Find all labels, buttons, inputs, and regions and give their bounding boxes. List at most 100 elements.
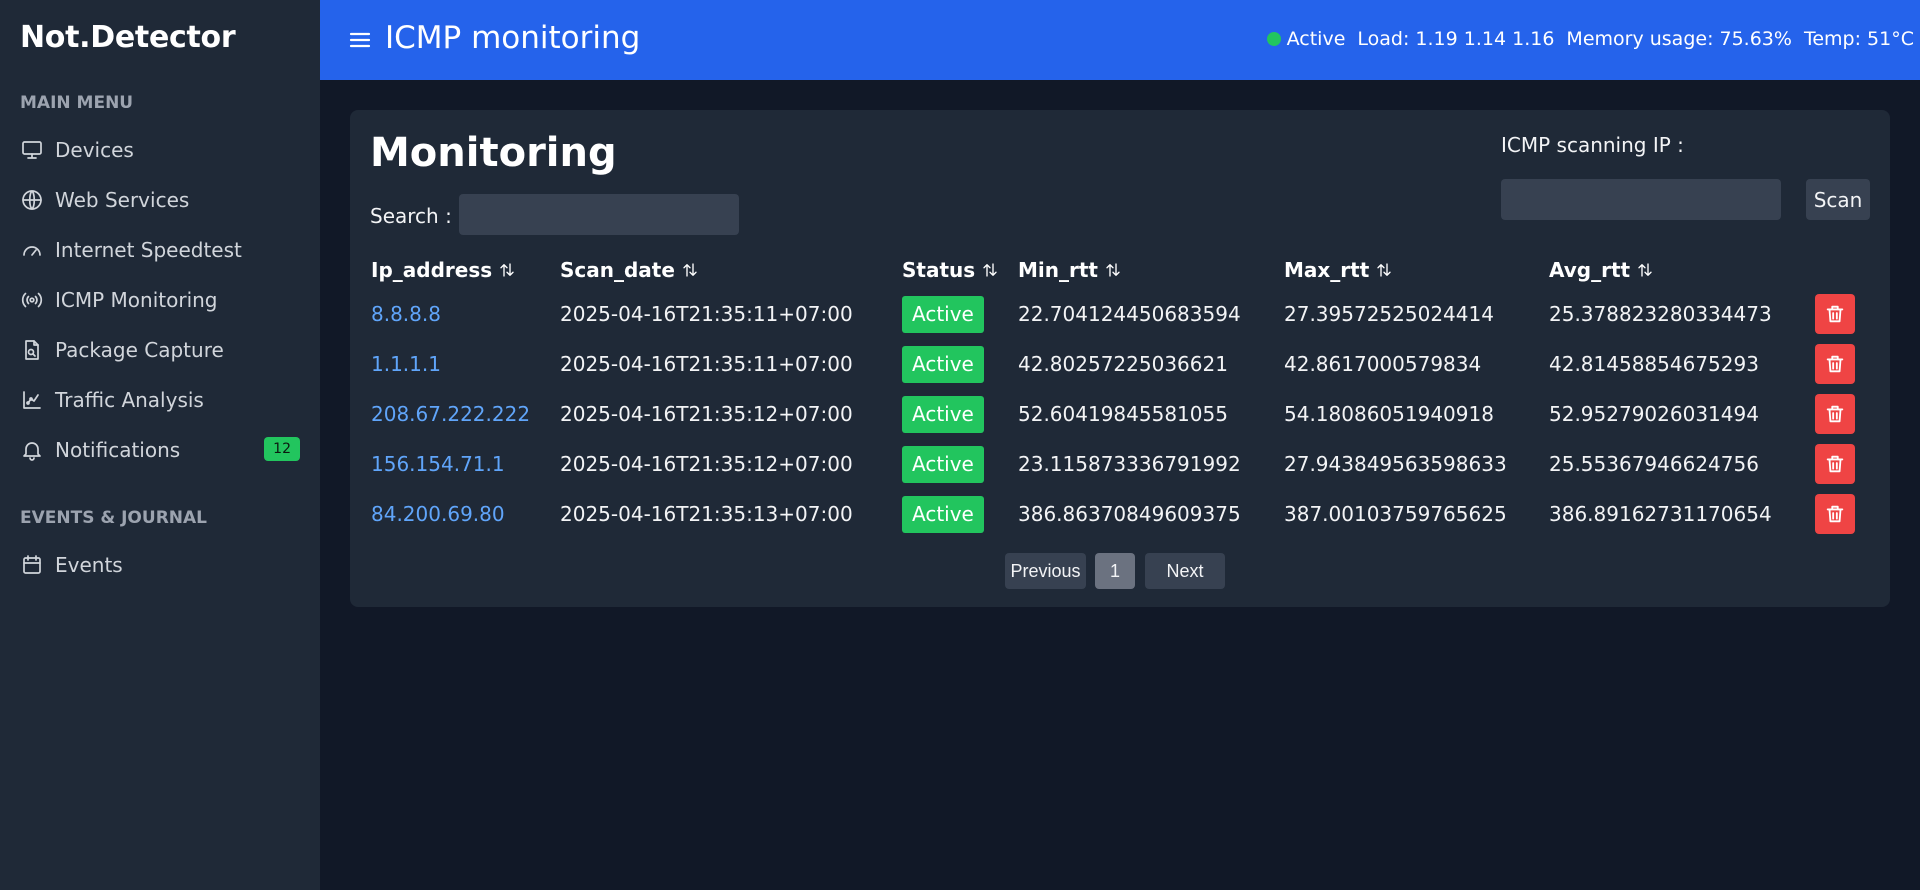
column-header-max-rtt[interactable]: Max_rtt xyxy=(1284,258,1393,282)
sidebar-item-label: Devices xyxy=(55,138,134,162)
avg-rtt-cell: 52.95279026031494 xyxy=(1549,402,1759,426)
max-rtt-cell: 42.8617000579834 xyxy=(1284,352,1482,376)
ip-address-link[interactable]: 8.8.8.8 xyxy=(371,289,441,339)
sidebar-item-icmp-monitoring[interactable]: ICMP Monitoring xyxy=(20,282,300,318)
sort-icon xyxy=(498,261,516,279)
gauge-icon xyxy=(20,238,44,262)
sort-icon xyxy=(681,261,699,279)
system-status: Active Load: 1.19 1.14 1.16 Memory usage… xyxy=(1266,28,1914,50)
column-header-label: Scan_date xyxy=(560,258,675,282)
ip-address-link[interactable]: 208.67.222.222 xyxy=(371,389,530,439)
column-header-min-rtt[interactable]: Min_rtt xyxy=(1018,258,1122,282)
delete-button[interactable] xyxy=(1815,294,1855,334)
max-rtt-cell: 54.18086051940918 xyxy=(1284,402,1494,426)
max-rtt-cell: 27.39572525024414 xyxy=(1284,302,1494,326)
table-row: 1.1.1.1 2025-04-16T21:35:11+07:00 Active… xyxy=(350,339,1890,389)
pagination-previous-button[interactable]: Previous xyxy=(1005,553,1086,589)
column-header-label: Min_rtt xyxy=(1018,258,1098,282)
min-rtt-cell: 386.86370849609375 xyxy=(1018,502,1241,526)
sidebar-item-label: Traffic Analysis xyxy=(55,388,204,412)
actions-cell xyxy=(1815,339,1855,389)
search-label: Search : xyxy=(370,204,452,228)
status-badge: Active xyxy=(902,445,984,483)
table-row: 208.67.222.222 2025-04-16T21:35:12+07:00… xyxy=(350,389,1890,439)
status-cell: Active xyxy=(902,439,984,489)
hamburger-menu-icon[interactable] xyxy=(348,28,372,52)
monitoring-card: Monitoring Search : ICMP scanning IP : S… xyxy=(350,110,1890,607)
pagination-next-button[interactable]: Next xyxy=(1145,553,1225,589)
file-search-icon xyxy=(20,338,44,362)
scan-date-cell: 2025-04-16T21:35:11+07:00 xyxy=(560,302,853,326)
globe-icon xyxy=(20,188,44,212)
search-input[interactable] xyxy=(459,194,739,235)
status-cell: Active xyxy=(902,339,984,389)
delete-button[interactable] xyxy=(1815,494,1855,534)
column-header-status[interactable]: Status xyxy=(902,258,999,282)
monitor-icon xyxy=(20,138,44,162)
min-rtt-cell: 23.115873336791992 xyxy=(1018,452,1241,476)
actions-cell xyxy=(1815,389,1855,439)
trash-icon xyxy=(1826,405,1844,423)
scan-date-cell: 2025-04-16T21:35:12+07:00 xyxy=(560,452,853,476)
status-cell: Active xyxy=(902,389,984,439)
chart-icon xyxy=(20,388,44,412)
sort-icon xyxy=(1104,261,1122,279)
avg-rtt-cell: 42.81458854675293 xyxy=(1549,352,1759,376)
sidebar-item-internet-speedtest[interactable]: Internet Speedtest xyxy=(20,232,300,268)
status-cell: Active xyxy=(902,289,984,339)
sort-icon xyxy=(1375,261,1393,279)
actions-cell xyxy=(1815,439,1855,489)
min-rtt-cell: 22.704124450683594 xyxy=(1018,302,1241,326)
sidebar-item-notifications[interactable]: Notifications 12 xyxy=(20,432,300,468)
table-row: 84.200.69.80 2025-04-16T21:35:13+07:00 A… xyxy=(350,489,1890,539)
calendar-icon xyxy=(20,553,44,577)
bell-icon xyxy=(20,438,44,462)
sidebar-item-label: ICMP Monitoring xyxy=(55,288,218,312)
avg-rtt-cell: 386.89162731170654 xyxy=(1549,502,1772,526)
top-bar: ICMP monitoring Active Load: 1.19 1.14 1… xyxy=(320,0,1920,80)
column-header-ip-address[interactable]: Ip_address xyxy=(371,258,516,282)
avg-rtt-cell: 25.55367946624756 xyxy=(1549,452,1759,476)
ip-address-link[interactable]: 84.200.69.80 xyxy=(371,489,505,539)
scan-date-cell: 2025-04-16T21:35:12+07:00 xyxy=(560,402,853,426)
sidebar: Not.Detector MAIN MENU Devices Web Servi… xyxy=(0,0,320,890)
sort-icon xyxy=(981,261,999,279)
table-row: 156.154.71.1 2025-04-16T21:35:12+07:00 A… xyxy=(350,439,1890,489)
sidebar-item-events[interactable]: Events xyxy=(20,547,300,583)
trash-icon xyxy=(1826,305,1844,323)
memory-usage: Memory usage: 75.63% xyxy=(1566,28,1792,50)
trash-icon xyxy=(1826,455,1844,473)
sidebar-item-package-capture[interactable]: Package Capture xyxy=(20,332,300,368)
sidebar-item-traffic-analysis[interactable]: Traffic Analysis xyxy=(20,382,300,418)
actions-cell xyxy=(1815,289,1855,339)
column-header-scan-date[interactable]: Scan_date xyxy=(560,258,699,282)
sidebar-item-web-services[interactable]: Web Services xyxy=(20,182,300,218)
events-journal-title: EVENTS & JOURNAL xyxy=(20,508,207,528)
broadcast-icon xyxy=(20,288,44,312)
sidebar-item-label: Internet Speedtest xyxy=(55,238,242,262)
delete-button[interactable] xyxy=(1815,444,1855,484)
column-header-avg-rtt[interactable]: Avg_rtt xyxy=(1549,258,1654,282)
sidebar-item-devices[interactable]: Devices xyxy=(20,132,300,168)
sidebar-item-label: Web Services xyxy=(55,188,190,212)
ip-address-link[interactable]: 156.154.71.1 xyxy=(371,439,505,489)
status-badge: Active xyxy=(902,345,984,383)
brand-logo[interactable]: Not.Detector xyxy=(20,20,236,55)
sort-icon xyxy=(1636,261,1654,279)
delete-button[interactable] xyxy=(1815,394,1855,434)
delete-button[interactable] xyxy=(1815,344,1855,384)
icmp-scan-ip-input[interactable] xyxy=(1501,179,1781,220)
column-header-label: Avg_rtt xyxy=(1549,258,1631,282)
max-rtt-cell: 27.943849563598633 xyxy=(1284,452,1507,476)
ip-address-link[interactable]: 1.1.1.1 xyxy=(371,339,441,389)
system-state: Active xyxy=(1286,28,1346,50)
status-dot-icon xyxy=(1266,32,1281,46)
status-badge: Active xyxy=(902,395,984,433)
max-rtt-cell: 387.00103759765625 xyxy=(1284,502,1507,526)
pagination-page-button[interactable]: 1 xyxy=(1095,553,1135,589)
notifications-count-badge: 12 xyxy=(264,437,300,461)
scan-button[interactable]: Scan xyxy=(1806,179,1870,220)
monitoring-title: Monitoring xyxy=(370,130,617,176)
scan-date-cell: 2025-04-16T21:35:11+07:00 xyxy=(560,352,853,376)
scan-date-cell: 2025-04-16T21:35:13+07:00 xyxy=(560,502,853,526)
